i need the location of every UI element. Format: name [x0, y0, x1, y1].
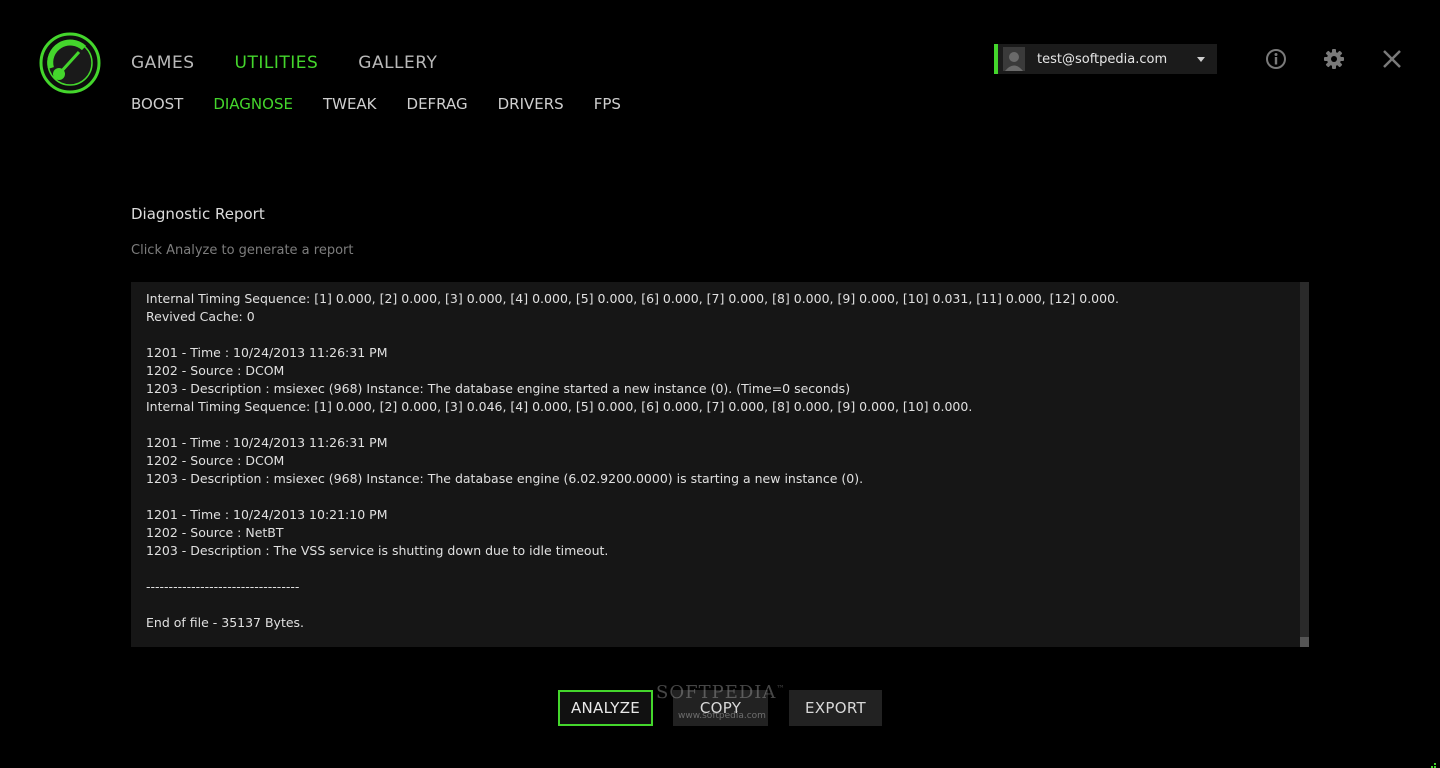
report-line: 1203 - Description : msiexec (968) Insta…	[146, 381, 851, 396]
info-icon[interactable]	[1265, 48, 1287, 70]
report-line	[146, 488, 1286, 506]
analyze-button[interactable]: ANALYZE	[558, 690, 653, 726]
utilities-sub-nav: BOOST DIAGNOSE TWEAK DEFRAG DRIVERS FPS	[131, 94, 651, 114]
watermark-url: www.softpedia.com	[678, 711, 766, 721]
report-text-area[interactable]: Internal Timing Sequence: [1] 0.000, [2]…	[131, 282, 1309, 647]
report-line: 1202 - Source : NetBT	[146, 525, 284, 540]
report-line: Internal Timing Sequence: [1] 0.000, [2]…	[146, 291, 1120, 306]
gear-icon[interactable]	[1323, 48, 1345, 70]
nav-utilities[interactable]: UTILITIES	[235, 52, 319, 74]
report-line: 1203 - Description : The VSS service is …	[146, 543, 609, 558]
report-line	[146, 560, 1286, 578]
report-line: End of file - 35137 Bytes.	[146, 615, 305, 630]
account-email: test@softpedia.com	[1037, 51, 1168, 67]
report-content: Internal Timing Sequence: [1] 0.000, [2]…	[146, 290, 1286, 632]
report-hint: Click Analyze to generate a report	[131, 243, 354, 258]
report-line: Internal Timing Sequence: [1] 0.000, [2]…	[146, 399, 973, 414]
tab-drivers[interactable]: DRIVERS	[498, 94, 564, 114]
avatar-icon	[1003, 47, 1025, 71]
chevron-down-icon	[1197, 56, 1205, 62]
report-line: ----------------------------------	[146, 579, 300, 594]
report-line	[146, 596, 1286, 614]
report-line: 1201 - Time : 10/24/2013 11:26:31 PM	[146, 345, 388, 360]
tab-diagnose[interactable]: DIAGNOSE	[213, 94, 293, 114]
account-accent-bar	[994, 44, 998, 74]
export-button[interactable]: EXPORT	[789, 690, 882, 726]
report-line: Revived Cache: 0	[146, 309, 255, 324]
tab-defrag[interactable]: DEFRAG	[407, 94, 468, 114]
scrollbar[interactable]	[1300, 282, 1309, 647]
report-line	[146, 416, 1286, 434]
nav-gallery[interactable]: GALLERY	[358, 52, 437, 74]
app-window: GAMES UTILITIES GALLERY BOOST DIAGNOSE T…	[0, 0, 1440, 768]
report-line: 1202 - Source : DCOM	[146, 453, 285, 468]
page-title: Diagnostic Report	[131, 205, 265, 223]
report-line: 1201 - Time : 10/24/2013 11:26:31 PM	[146, 435, 388, 450]
report-line: 1202 - Source : DCOM	[146, 363, 285, 378]
close-icon[interactable]	[1381, 48, 1403, 70]
tab-tweak[interactable]: TWEAK	[323, 94, 377, 114]
report-line	[146, 326, 1286, 344]
report-line: 1203 - Description : msiexec (968) Insta…	[146, 471, 864, 486]
tab-boost[interactable]: BOOST	[131, 94, 183, 114]
cortex-logo-icon[interactable]	[39, 32, 101, 94]
scrollbar-thumb[interactable]	[1300, 637, 1309, 647]
tab-fps[interactable]: FPS	[594, 94, 621, 114]
account-dropdown[interactable]: test@softpedia.com	[994, 44, 1217, 74]
watermark-logo: SOFTPEDIA™	[656, 682, 786, 703]
report-line: 1201 - Time : 10/24/2013 10:21:10 PM	[146, 507, 388, 522]
main-nav: GAMES UTILITIES GALLERY	[131, 52, 477, 74]
resize-grip-icon[interactable]	[1428, 756, 1436, 768]
nav-games[interactable]: GAMES	[131, 52, 195, 74]
